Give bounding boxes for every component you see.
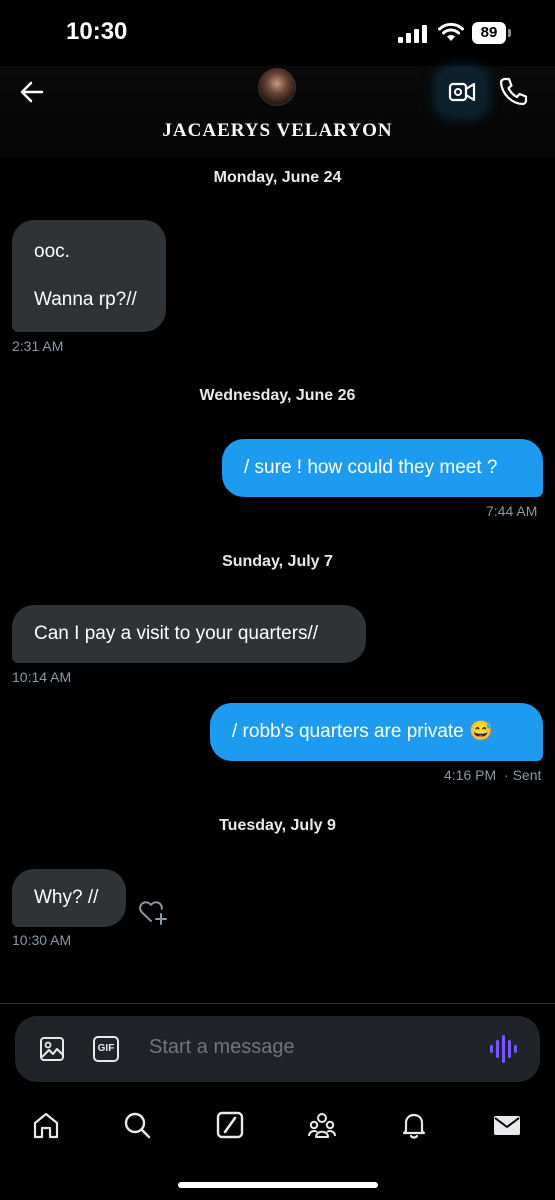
message-timestamp: 10:14 AM bbox=[12, 669, 72, 685]
contact-name[interactable]: JACAERYS VELARYON bbox=[0, 120, 555, 142]
search-icon[interactable] bbox=[122, 1110, 152, 1140]
gif-button[interactable]: GIF bbox=[93, 1036, 119, 1062]
message-line: ooc. bbox=[34, 241, 70, 262]
message-text: Why? // bbox=[34, 887, 99, 908]
grok-icon[interactable] bbox=[215, 1110, 245, 1140]
status-time: 10:30 bbox=[66, 18, 128, 45]
composer-divider bbox=[0, 1003, 555, 1004]
message-input[interactable]: Start a message bbox=[149, 1036, 295, 1059]
conversation-header: JACAERYS VELARYON bbox=[0, 66, 555, 158]
image-attach-icon[interactable] bbox=[39, 1036, 65, 1062]
date-divider: Wednesday, June 26 bbox=[199, 387, 356, 404]
message-text: Can I pay a visit to your quarters// bbox=[34, 623, 319, 644]
message-text: / sure ! how could they meet ? bbox=[244, 457, 498, 478]
message-timestamp: 4:16 PM · Sent bbox=[444, 767, 542, 783]
home-indicator bbox=[178, 1182, 378, 1188]
cellular-signal-icon bbox=[398, 25, 427, 43]
battery-level: 89 bbox=[472, 22, 506, 44]
home-icon[interactable] bbox=[31, 1110, 61, 1140]
message-timestamp: 7:44 AM bbox=[486, 503, 538, 519]
message-timestamp: 2:31 AM bbox=[12, 338, 64, 354]
add-reaction-heart-icon[interactable] bbox=[138, 898, 168, 926]
wifi-icon bbox=[438, 22, 464, 41]
incoming-message-bubble[interactable]: ooc. Wanna rp?// bbox=[12, 220, 166, 332]
incoming-message-bubble[interactable]: Why? // bbox=[12, 869, 126, 927]
video-camera-icon bbox=[448, 82, 476, 102]
message-timestamp: 10:30 AM bbox=[12, 932, 72, 948]
incoming-message-bubble[interactable]: Can I pay a visit to your quarters// bbox=[12, 605, 366, 663]
video-call-button[interactable] bbox=[440, 70, 484, 114]
contact-avatar[interactable] bbox=[258, 68, 296, 106]
message-composer: GIF Start a message bbox=[15, 1016, 540, 1082]
battery-icon: 89 bbox=[472, 22, 512, 44]
back-arrow-icon[interactable] bbox=[18, 78, 46, 106]
phone-call-icon[interactable] bbox=[496, 75, 530, 109]
outgoing-message-bubble[interactable]: / sure ! how could they meet ? bbox=[222, 439, 543, 497]
message-text: / robb's quarters are private 😅 bbox=[232, 721, 493, 742]
message-sent-status: · Sent bbox=[504, 767, 542, 783]
status-bar: 10:30 89 bbox=[0, 0, 555, 66]
message-line: Wanna rp?// bbox=[34, 289, 137, 310]
date-divider: Monday, June 24 bbox=[213, 169, 342, 186]
voice-message-icon[interactable] bbox=[489, 1034, 517, 1064]
bottom-navigation bbox=[0, 1100, 555, 1156]
outgoing-message-bubble[interactable]: / robb's quarters are private 😅 bbox=[210, 703, 543, 761]
communities-icon[interactable] bbox=[307, 1110, 337, 1140]
date-divider: Tuesday, July 9 bbox=[219, 817, 336, 834]
date-divider: Sunday, July 7 bbox=[222, 553, 333, 570]
messages-icon[interactable] bbox=[492, 1110, 522, 1140]
notifications-icon[interactable] bbox=[399, 1110, 429, 1140]
